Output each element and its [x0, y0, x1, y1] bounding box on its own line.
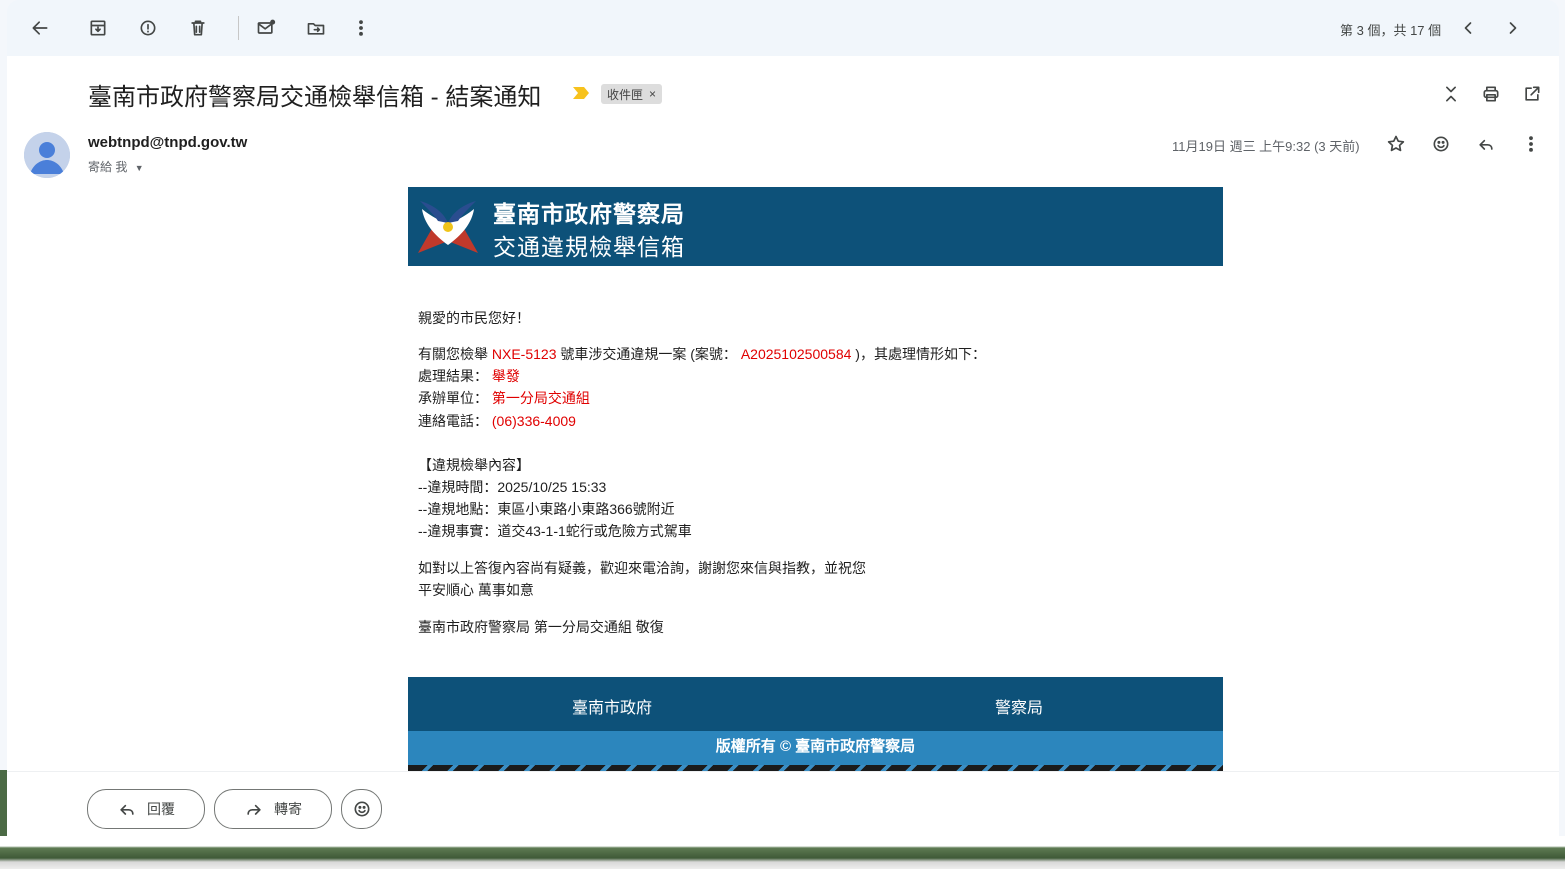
unit-value: 第一分局交通組: [491, 390, 590, 406]
forward-button-label: 轉寄: [274, 801, 302, 817]
reply-button-label: 回覆: [147, 801, 175, 817]
violation-time: --違規時間：2025/10/25 15:33: [418, 479, 607, 495]
label-remove-button[interactable]: ×: [649, 87, 656, 101]
email-banner: 臺南市政府警察局 交通違規檢舉信箱: [408, 187, 1223, 266]
violation-fact: --違規事實：道交43-1-1蛇行或危險方式駕車: [418, 523, 692, 539]
phone-value: (06)336-4009: [491, 413, 576, 429]
plate-number: NXE-5123: [491, 346, 557, 362]
report-spam-icon[interactable]: [128, 8, 168, 48]
email-footer-nav: 臺南市政府 警察局: [408, 677, 1223, 731]
reply-button[interactable]: 回覆: [87, 789, 205, 829]
emoji-icon: [354, 801, 369, 817]
reply-icon[interactable]: [1466, 124, 1506, 164]
section-title: 【違規檢舉內容】: [418, 457, 530, 473]
result-value: 舉發: [491, 368, 520, 384]
footer-link-city-government[interactable]: 臺南市政府: [572, 694, 652, 718]
print-icon[interactable]: [1471, 74, 1511, 114]
mark-unread-icon[interactable]: [246, 8, 286, 48]
unit-line: 承辦單位： 第一分局交通組: [418, 388, 590, 408]
importance-marker-icon[interactable]: [572, 86, 590, 100]
message-date: 11月19日 週三 上午9:32 (3 天前): [1172, 139, 1360, 154]
recipient-dropdown-icon[interactable]: ▼: [135, 163, 144, 173]
message-subject: 臺南市政府警察局交通檢舉信箱 - 結案通知: [88, 84, 542, 111]
collapse-all-icon[interactable]: [1431, 74, 1471, 114]
violation-place: --違規地點：東區小東路小東路366號附近: [418, 501, 675, 517]
wallpaper-edge: [0, 770, 7, 840]
phone-label: 連絡電話：: [418, 413, 492, 429]
closing-line-1: 如對以上答復內容尚有疑義，歡迎來電洽詢，謝謝您來信與指教，並祝您: [418, 560, 866, 576]
recipient-line[interactable]: 寄給 我 ▼: [88, 158, 144, 175]
message-more-icon[interactable]: [1511, 124, 1551, 164]
forward-icon: [247, 804, 261, 815]
intro-text-b: 號車涉交通違規一案 (案號：: [556, 346, 741, 362]
message-view: [7, 56, 1559, 771]
banner-title-mailbox: 交通違規檢舉信箱: [493, 234, 685, 260]
label-inbox-text: 收件匣: [607, 87, 644, 102]
back-arrow-icon[interactable]: [20, 8, 60, 48]
pager-count: 第 3 個，共 17 個: [1340, 23, 1442, 38]
chevron-right-icon[interactable]: [1493, 8, 1533, 48]
case-number: A2025102500584: [740, 346, 852, 362]
move-to-icon[interactable]: [296, 8, 336, 48]
banner-title-agency: 臺南市政府警察局: [493, 201, 685, 227]
footer-link-police-bureau[interactable]: 警察局: [995, 694, 1043, 718]
sender-email[interactable]: webtnpd@tnpd.gov.tw: [88, 134, 247, 151]
toolbar-divider: [238, 16, 239, 40]
result-label: 處理結果：: [418, 368, 492, 384]
emoji-reaction-icon[interactable]: [1421, 124, 1461, 164]
copyright-bar: 版權所有 © 臺南市政府警察局: [408, 731, 1223, 765]
phone-line: 連絡電話： (06)336-4009: [418, 411, 576, 431]
intro-text-a: 有關您檢舉: [418, 346, 492, 362]
intro-text-c: )，其處理情形如下：: [851, 346, 986, 362]
closing-line-2: 平安順心 萬事如意: [418, 582, 534, 598]
label-inbox: 收件匣 ×: [601, 84, 663, 104]
emoji-reaction-button[interactable]: [341, 789, 382, 829]
chevron-left-icon[interactable]: [1448, 8, 1488, 48]
recipient-text: 寄給 我: [88, 160, 128, 174]
signature-line: 臺南市政府警察局 第一分局交通組 敬復: [418, 619, 664, 635]
star-icon[interactable]: [1376, 124, 1416, 164]
police-emblem-logo: [418, 201, 478, 253]
unit-label: 承辦單位：: [418, 390, 492, 406]
reply-icon: [120, 804, 134, 815]
more-vert-icon[interactable]: [341, 8, 381, 48]
open-new-window-icon[interactable]: [1512, 74, 1552, 114]
result-line: 處理結果： 舉發: [418, 366, 520, 386]
wallpaper-ground: [0, 836, 1565, 869]
trash-icon[interactable]: [178, 8, 218, 48]
case-intro-line: 有關您檢舉 NXE-5123 號車涉交通違規一案 (案號： A202510250…: [418, 344, 986, 364]
message-toolbar: 第 3 個，共 17 個: [7, 0, 1559, 56]
forward-button[interactable]: 轉寄: [214, 789, 332, 829]
greeting-text: 親愛的市民您好！: [418, 310, 530, 326]
sender-avatar: [24, 132, 70, 178]
archive-icon[interactable]: [78, 8, 118, 48]
